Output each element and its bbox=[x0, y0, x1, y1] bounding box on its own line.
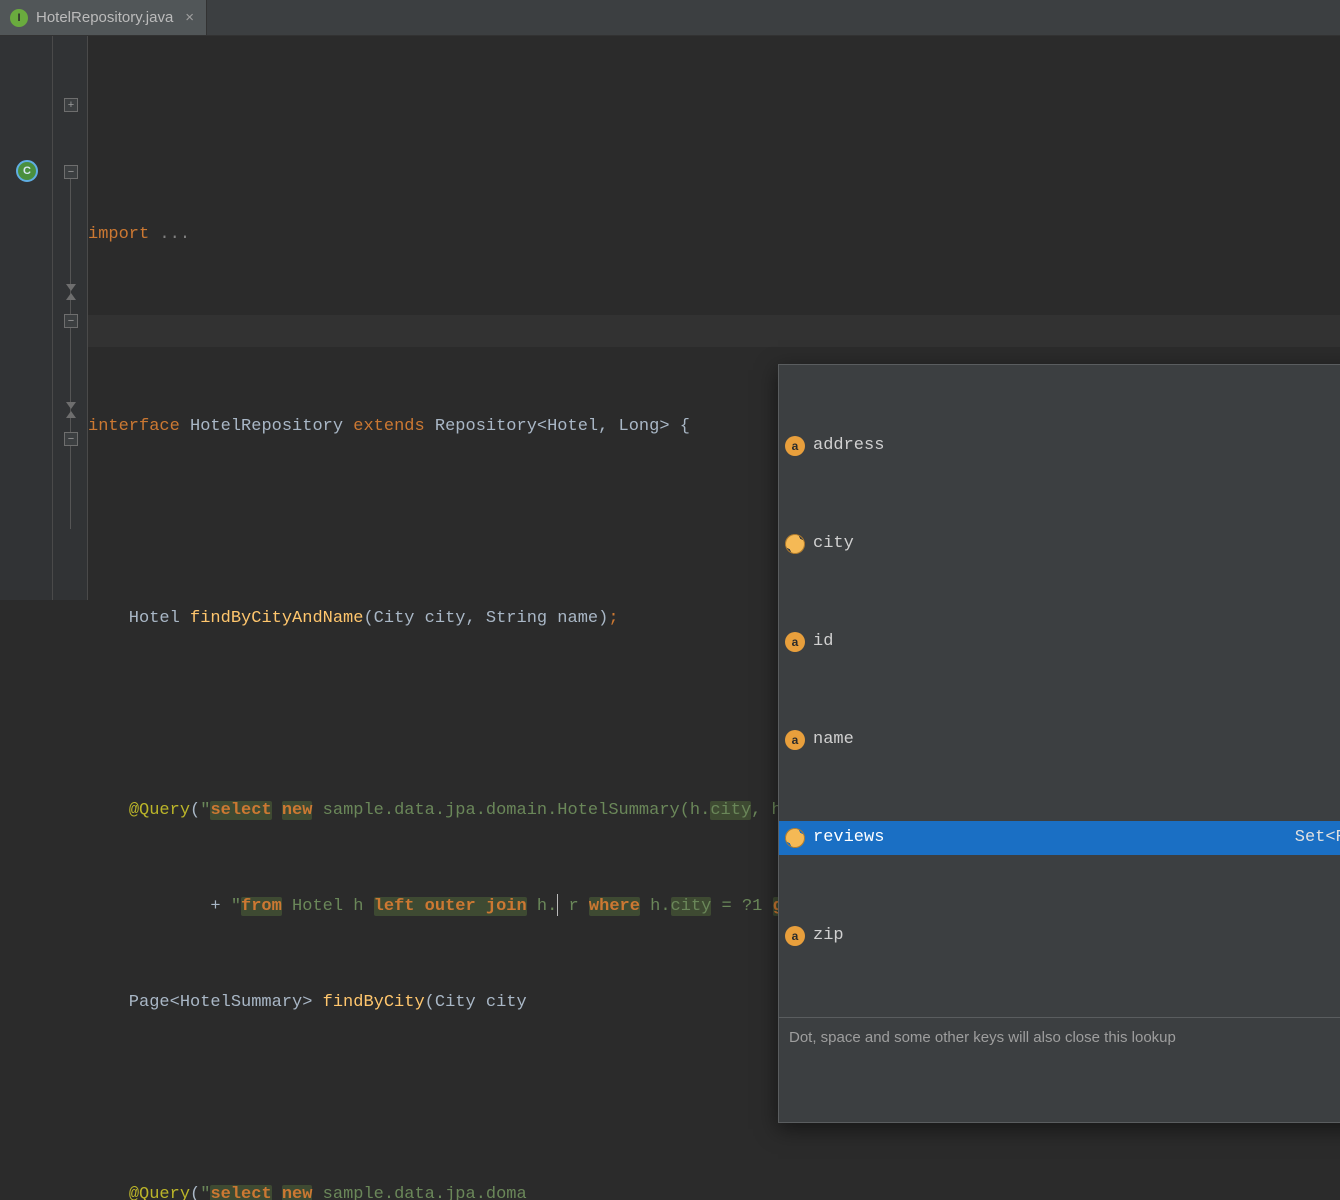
completion-item-id[interactable]: a id Long bbox=[779, 625, 1340, 659]
tab-filename: HotelRepository.java bbox=[36, 9, 173, 26]
attribute-icon: a bbox=[785, 436, 805, 456]
attribute-icon: a bbox=[785, 926, 805, 946]
fold-toggle-query1[interactable]: − bbox=[64, 314, 78, 328]
completion-item-name[interactable]: a name String bbox=[779, 723, 1340, 757]
attribute-icon: a bbox=[785, 730, 805, 750]
tab-bar: I HotelRepository.java × bbox=[0, 0, 1340, 36]
autocomplete-popup: a address String city City a id Long a n… bbox=[778, 364, 1340, 1123]
completion-item-address[interactable]: a address String bbox=[779, 429, 1340, 463]
property-icon bbox=[785, 828, 805, 848]
gutter: + C − − − bbox=[0, 36, 88, 600]
close-tab-icon[interactable]: × bbox=[181, 9, 194, 26]
fold-toggle-class[interactable]: − bbox=[64, 165, 78, 179]
code-area[interactable]: import ... interface HotelRepository ext… bbox=[88, 36, 1340, 600]
editor: + C − − − import ... interface HotelRepo… bbox=[0, 36, 1340, 600]
fold-toggle-import[interactable]: + bbox=[64, 98, 78, 112]
property-icon bbox=[785, 534, 805, 554]
completion-item-zip[interactable]: a zip String bbox=[779, 919, 1340, 953]
related-method-icon[interactable] bbox=[66, 402, 76, 418]
related-method-icon[interactable] bbox=[66, 284, 76, 300]
fold-toggle-query2[interactable]: − bbox=[64, 432, 78, 446]
attribute-icon: a bbox=[785, 632, 805, 652]
completion-item-reviews[interactable]: reviews Set<Review> bbox=[779, 821, 1340, 855]
popup-hint: Dot, space and some other keys will also… bbox=[779, 1017, 1340, 1058]
interface-file-icon: I bbox=[10, 9, 28, 27]
implementing-class-icon[interactable]: C bbox=[16, 160, 38, 182]
file-tab[interactable]: I HotelRepository.java × bbox=[0, 0, 207, 35]
completion-item-city[interactable]: city City bbox=[779, 527, 1340, 561]
